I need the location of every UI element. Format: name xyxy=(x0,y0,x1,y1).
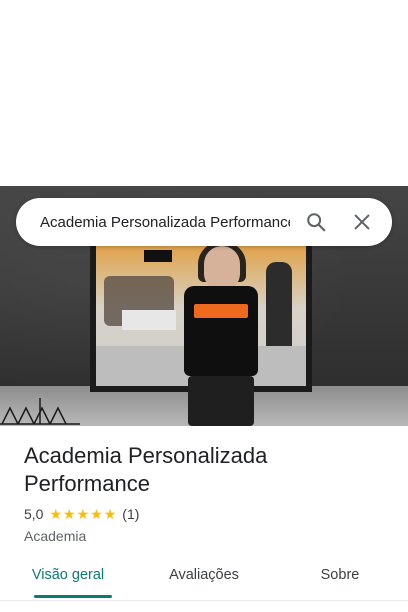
photo-person-shirt xyxy=(184,286,258,376)
star-icon: ★ xyxy=(103,506,117,522)
active-tab-indicator xyxy=(34,595,112,598)
photo-shirt-logo xyxy=(194,304,248,318)
photo-main-person xyxy=(170,242,270,426)
tab-reviews[interactable]: Avaliações xyxy=(136,560,272,600)
star-icon: ★ xyxy=(90,506,103,522)
review-count[interactable]: (1) xyxy=(122,506,139,522)
photo-person-head xyxy=(204,246,240,290)
tab-overview[interactable]: Visão geral xyxy=(0,560,136,600)
tab-label: Visão geral xyxy=(31,567,105,583)
star-icon: ★ xyxy=(76,506,90,522)
search-bar[interactable] xyxy=(16,198,392,246)
tab-label: Sobre xyxy=(320,567,360,583)
close-icon xyxy=(354,214,370,230)
star-icon: ★ xyxy=(49,506,63,522)
clear-search-button[interactable] xyxy=(342,202,382,242)
photo-fence xyxy=(0,398,80,425)
place-title-line2: Performance xyxy=(24,471,150,496)
tabs-divider xyxy=(0,600,408,601)
rating-row[interactable]: 5,0 ★ ★ ★ ★ ★ (1) xyxy=(24,506,139,522)
place-title-line1: Academia Personalizada xyxy=(24,443,268,468)
tab-label: Avaliações xyxy=(169,567,239,583)
tab-about[interactable]: Sobre xyxy=(272,560,408,600)
place-tabs: Visão geral Avaliações Sobre xyxy=(0,560,408,600)
search-icon xyxy=(307,213,326,232)
place-title: Academia Personalizada Performance xyxy=(24,442,384,498)
rating-stars: ★ ★ ★ ★ ★ xyxy=(49,507,116,521)
search-button[interactable] xyxy=(296,202,336,242)
search-input[interactable] xyxy=(40,213,290,231)
photo-table xyxy=(122,310,176,330)
rating-value: 5,0 xyxy=(24,506,44,522)
map-blank-area xyxy=(0,0,408,186)
star-icon: ★ xyxy=(63,506,76,522)
place-category[interactable]: Academia xyxy=(24,528,86,544)
photo-person-legs xyxy=(188,376,254,426)
photo-tv xyxy=(144,250,172,262)
